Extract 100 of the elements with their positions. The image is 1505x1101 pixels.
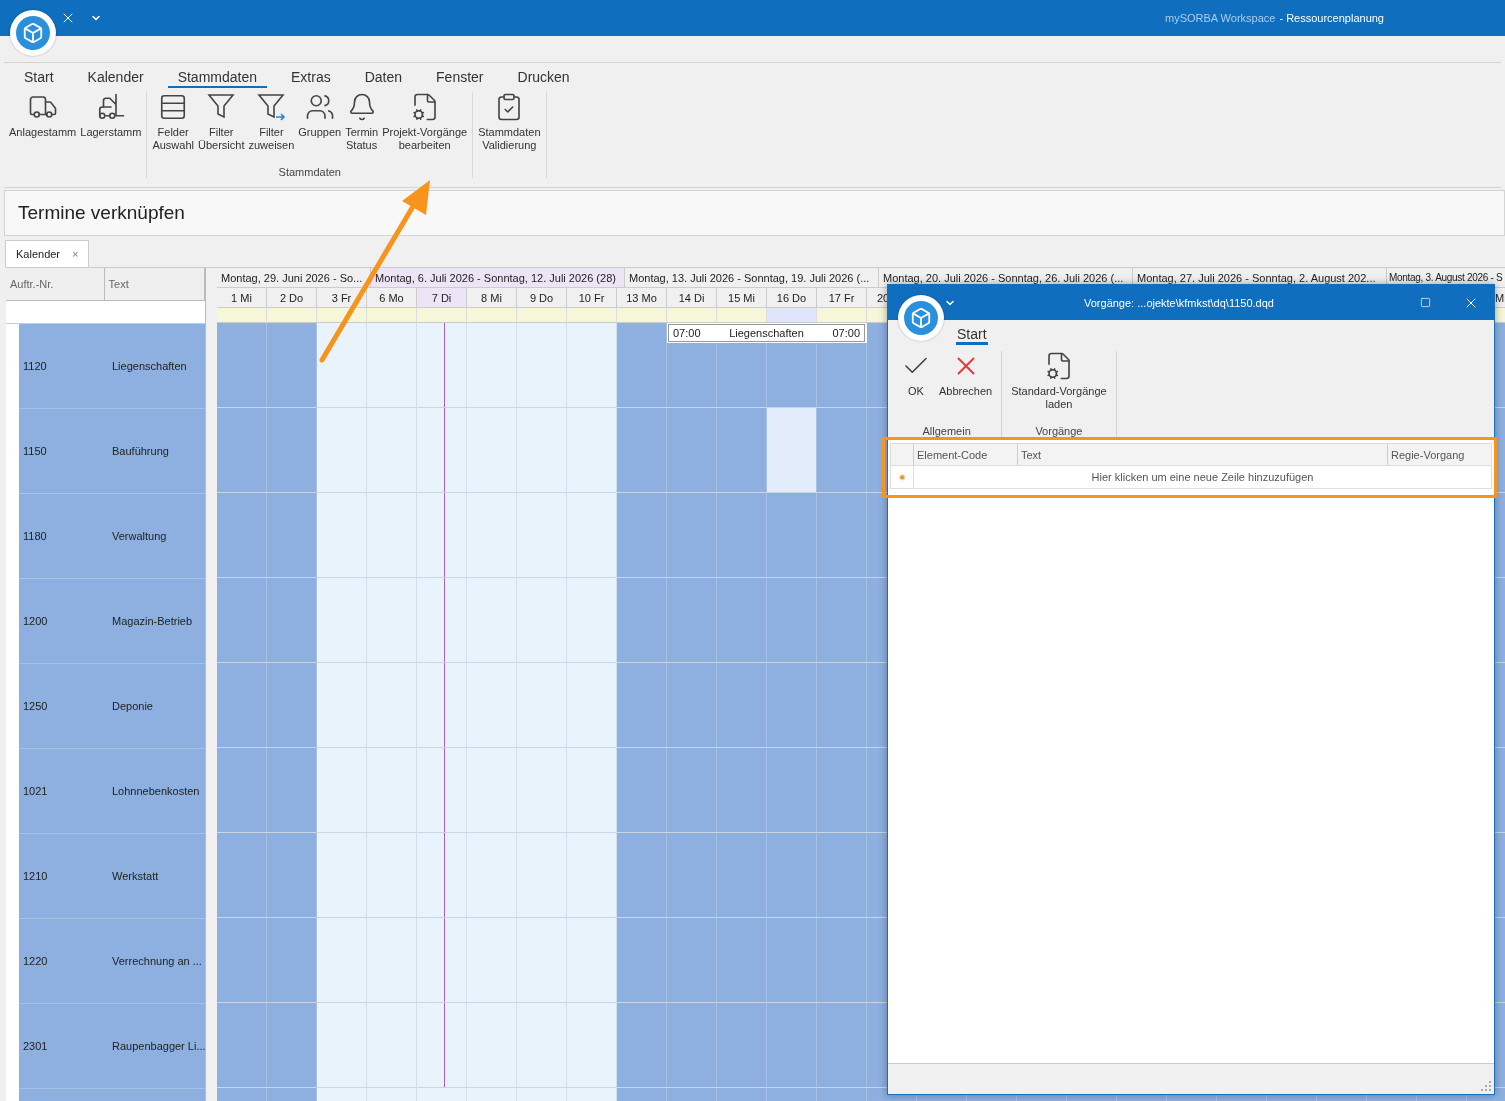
calendar-cell[interactable] <box>517 493 567 578</box>
calendar-cell[interactable] <box>767 663 817 748</box>
all-day-cell[interactable] <box>217 308 267 323</box>
calendar-cell[interactable] <box>467 1003 517 1088</box>
calendar-cell[interactable] <box>767 1003 817 1088</box>
calendar-cell[interactable] <box>317 918 367 1003</box>
calendar-cell[interactable] <box>667 663 717 748</box>
calendar-cell[interactable] <box>717 1003 767 1088</box>
column-header[interactable]: Text <box>104 268 205 300</box>
calendar-cell[interactable] <box>467 833 517 918</box>
calendar-cell[interactable] <box>567 918 617 1003</box>
calendar-cell[interactable] <box>417 663 467 748</box>
calendar-cell[interactable] <box>567 408 617 493</box>
calendar-cell[interactable] <box>667 408 717 493</box>
calendar-cell[interactable] <box>517 748 567 833</box>
calendar-cell[interactable] <box>517 918 567 1003</box>
calendar-cell[interactable] <box>667 578 717 663</box>
calendar-cell[interactable] <box>267 833 317 918</box>
calendar-cell[interactable] <box>717 493 767 578</box>
calendar-cell[interactable] <box>467 578 517 663</box>
column-header[interactable]: Text <box>1017 444 1387 465</box>
ribbon-button[interactable]: Termin Status <box>343 92 381 152</box>
all-day-cell[interactable] <box>267 308 317 323</box>
ribbon-button[interactable]: Filter zuweisen <box>246 92 297 152</box>
calendar-cell[interactable] <box>317 663 367 748</box>
ribbon-tab[interactable]: Fenster <box>426 67 494 88</box>
all-day-cell[interactable] <box>467 308 517 323</box>
calendar-cell[interactable] <box>217 918 267 1003</box>
calendar-cell[interactable] <box>567 1003 617 1088</box>
all-day-cell[interactable] <box>567 308 617 323</box>
calendar-cell[interactable] <box>267 663 317 748</box>
calendar-cell[interactable] <box>217 323 267 408</box>
calendar-cell[interactable] <box>517 833 567 918</box>
calendar-cell[interactable] <box>567 833 617 918</box>
calendar-cell[interactable] <box>367 323 417 408</box>
calendar-cell[interactable] <box>367 918 417 1003</box>
column-header[interactable]: Auftr.-Nr. <box>6 268 105 300</box>
calendar-cell[interactable] <box>517 663 567 748</box>
calendar-cell[interactable] <box>217 833 267 918</box>
calendar-cell[interactable] <box>767 408 817 493</box>
calendar-cell[interactable] <box>317 408 367 493</box>
resource-row[interactable]: 1150 Bauführung <box>19 409 205 494</box>
calendar-cell[interactable] <box>667 748 717 833</box>
calendar-cell[interactable] <box>417 493 467 578</box>
calendar-cell[interactable] <box>717 918 767 1003</box>
calendar-cell[interactable] <box>417 918 467 1003</box>
calendar-cell[interactable] <box>217 748 267 833</box>
calendar-cell[interactable] <box>717 408 767 493</box>
calendar-cell[interactable] <box>767 918 817 1003</box>
calendar-cell[interactable] <box>467 493 517 578</box>
calendar-cell[interactable] <box>467 663 517 748</box>
calendar-cell[interactable] <box>817 833 867 918</box>
calendar-cell[interactable] <box>417 323 467 408</box>
calendar-cell[interactable] <box>667 1003 717 1088</box>
ribbon-button[interactable]: Abbrechen <box>935 351 997 398</box>
calendar-cell[interactable] <box>617 1003 667 1088</box>
all-day-cell[interactable] <box>717 308 767 323</box>
calendar-cell[interactable] <box>267 578 317 663</box>
new-row-prompt[interactable]: Hier klicken um eine neue Zeile hinzuzufügen <box>914 466 1491 488</box>
resource-row[interactable]: 1250 Deponie <box>19 664 205 749</box>
calendar-cell[interactable] <box>717 748 767 833</box>
calendar-cell[interactable] <box>817 343 867 408</box>
calendar-cell[interactable] <box>267 748 317 833</box>
all-day-cell[interactable] <box>517 308 567 323</box>
calendar-cell[interactable] <box>517 1003 567 1088</box>
calendar-cell[interactable] <box>317 748 367 833</box>
column-header[interactable]: Element-Code <box>913 444 1017 465</box>
calendar-cell[interactable] <box>667 833 717 918</box>
ribbon-button[interactable]: Standard-Vorgänge laden <box>1007 351 1111 411</box>
resource-row[interactable]: 1200 Magazin-Betrieb <box>19 579 205 664</box>
calendar-cell[interactable] <box>567 748 617 833</box>
calendar-cell[interactable] <box>667 493 717 578</box>
resource-row[interactable]: 1021 Lohnnebenkosten <box>19 749 205 834</box>
calendar-cell[interactable] <box>567 578 617 663</box>
calendar-cell[interactable] <box>217 578 267 663</box>
resource-row[interactable]: 2301 Raupenbagger Li... <box>19 1004 205 1089</box>
ribbon-tab[interactable]: Start <box>956 326 988 345</box>
calendar-cell[interactable] <box>317 833 367 918</box>
calendar-cell[interactable] <box>317 1003 367 1088</box>
calendar-cell[interactable] <box>267 918 317 1003</box>
all-day-cell[interactable] <box>417 308 467 323</box>
calendar-cell[interactable] <box>617 833 667 918</box>
calendar-cell[interactable] <box>217 493 267 578</box>
ribbon-button[interactable]: Anlagestamm <box>7 92 79 139</box>
calendar-cell[interactable] <box>467 748 517 833</box>
calendar-cell[interactable] <box>767 833 817 918</box>
calendar-cell[interactable] <box>367 1003 417 1088</box>
calendar-cell[interactable] <box>217 663 267 748</box>
ribbon-tab[interactable]: Kalender <box>77 67 154 88</box>
calendar-cell[interactable] <box>217 1003 267 1088</box>
ribbon-button[interactable]: Filter Übersicht <box>196 92 247 152</box>
calendar-cell[interactable] <box>367 663 417 748</box>
calendar-cell[interactable] <box>567 493 617 578</box>
calendar-cell[interactable] <box>467 408 517 493</box>
ribbon-button[interactable]: Projekt-Vorgänge bearbeiten <box>380 92 470 152</box>
calendar-cell[interactable] <box>517 578 567 663</box>
all-day-cell[interactable] <box>367 308 417 323</box>
calendar-cell[interactable] <box>317 493 367 578</box>
calendar-cell[interactable] <box>767 343 817 408</box>
calendar-cell[interactable] <box>617 493 667 578</box>
